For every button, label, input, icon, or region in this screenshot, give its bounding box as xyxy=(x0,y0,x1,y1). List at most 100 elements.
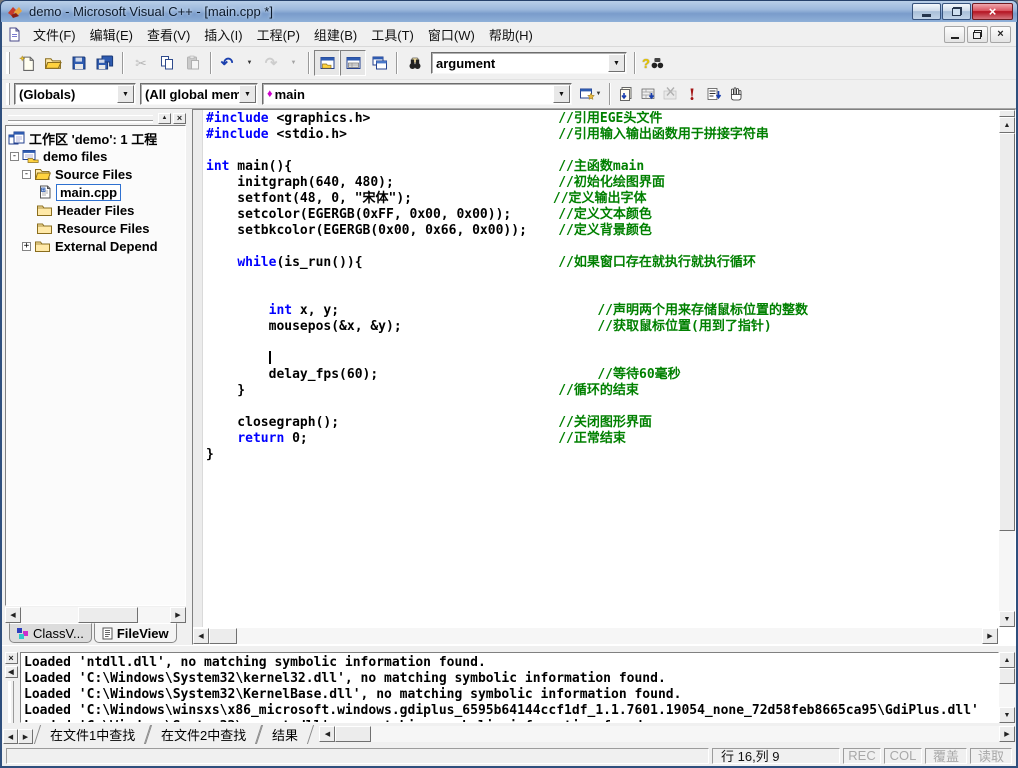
redo-dropdown-button[interactable]: ▼ xyxy=(282,52,304,74)
function-combo[interactable]: ♦ main ▼ xyxy=(262,83,572,105)
scrollbar-thumb[interactable] xyxy=(209,628,237,644)
menu-item[interactable]: 帮助(H) xyxy=(482,22,540,47)
menu-item[interactable]: 窗口(W) xyxy=(421,22,482,47)
class-scope-dropdown[interactable]: ▼ xyxy=(117,85,134,103)
output-text[interactable]: Loaded 'ntdll.dll', no matching symbolic… xyxy=(20,652,999,723)
workspace-horizontal-scrollbar[interactable]: ◀ ▶ xyxy=(5,607,186,623)
find-combo-value[interactable]: argument xyxy=(432,56,608,71)
minimize-button[interactable] xyxy=(912,3,941,20)
build-button[interactable] xyxy=(637,83,659,105)
toolbar-grip[interactable] xyxy=(6,83,10,105)
titlebar[interactable]: demo - Microsoft Visual C++ - [main.cpp … xyxy=(0,0,1018,22)
code-line[interactable]: setbkcolor(EGERGB(0x00, 0x66, 0x00)); //… xyxy=(206,223,998,239)
output-horizontal-scrollbar[interactable]: ◀ ▶ xyxy=(319,726,1015,742)
scrollbar-thumb[interactable] xyxy=(335,726,371,742)
output-dock-button[interactable]: ◀ xyxy=(5,666,18,678)
copy-button[interactable] xyxy=(154,50,180,76)
scrollbar-thumb[interactable] xyxy=(78,607,138,623)
function-dropdown[interactable]: ▼ xyxy=(553,85,570,103)
code-line[interactable] xyxy=(206,399,998,415)
code-line[interactable]: #include <graphics.h> //引用EGE头文件 xyxy=(206,111,998,127)
restore-button[interactable] xyxy=(942,3,971,20)
output-close-button[interactable]: × xyxy=(5,652,18,664)
tab-fileview[interactable]: FileView xyxy=(94,623,177,643)
undo-dropdown-button[interactable]: ▼ xyxy=(238,52,260,74)
go-debug-button[interactable] xyxy=(703,83,725,105)
toolbar-grip[interactable] xyxy=(6,52,10,74)
code-line[interactable] xyxy=(206,335,998,351)
tree-item-external-dependencies[interactable]: + External Depend xyxy=(8,237,185,255)
pane-shade-button[interactable]: ▲ xyxy=(158,113,171,124)
tab-classview[interactable]: ClassV... xyxy=(9,623,92,643)
scroll-left-button[interactable]: ◀ xyxy=(5,607,21,623)
workspace-pane-toggle-button[interactable] xyxy=(314,50,340,76)
code-editor[interactable]: #include <graphics.h> //引用EGE头文件#include… xyxy=(192,109,1016,645)
editor-vertical-scrollbar[interactable]: ▲ ▼ xyxy=(999,110,1015,627)
code-line[interactable]: return 0; //正常结束 xyxy=(206,431,998,447)
save-button[interactable] xyxy=(66,50,92,76)
redo-button[interactable]: ↷ xyxy=(260,52,282,74)
code-line[interactable]: int main(){ //主函数main xyxy=(206,159,998,175)
output-tab[interactable]: 在文件1中查找 xyxy=(34,725,151,744)
code-line[interactable] xyxy=(206,239,998,255)
tree-item-workspace[interactable]: 工作区 'demo': 1 工程 xyxy=(8,129,185,147)
tree-item-resource-files[interactable]: Resource Files xyxy=(8,219,185,237)
stop-build-button[interactable] xyxy=(659,83,681,105)
open-file-button[interactable] xyxy=(40,50,66,76)
tree-item-main-cpp[interactable]: main.cpp xyxy=(8,183,185,201)
collapse-icon[interactable]: - xyxy=(10,152,19,161)
code-line[interactable]: } xyxy=(206,447,998,463)
pane-drag-grip[interactable] xyxy=(8,115,153,121)
output-vertical-scrollbar[interactable]: ▲ ▼ xyxy=(999,652,1015,723)
tree-item-project[interactable]: - demo files xyxy=(8,147,185,165)
editor-split-handle[interactable] xyxy=(999,110,1015,117)
members-filter-combo[interactable]: (All global members) ▼ xyxy=(140,83,258,105)
code-line[interactable]: setfont(48, 0, "宋体"); //定义输出字体 xyxy=(206,191,998,207)
tab-scroll-left-button[interactable]: ◀ xyxy=(3,729,18,744)
class-scope-combo[interactable]: (Globals) ▼ xyxy=(14,83,136,105)
scroll-down-button[interactable]: ▼ xyxy=(999,707,1015,723)
code-line[interactable]: } //循环的结束 xyxy=(206,383,998,399)
save-all-button[interactable] xyxy=(92,50,118,76)
cut-button[interactable]: ✂ xyxy=(128,50,154,76)
code-line[interactable]: initgraph(640, 480); //初始化绘图界面 xyxy=(206,175,998,191)
scroll-left-button[interactable]: ◀ xyxy=(319,726,335,742)
code-line[interactable]: #include <stdio.h> //引用输入输出函数用于拼接字符串 xyxy=(206,127,998,143)
collapse-icon[interactable]: - xyxy=(22,170,31,179)
members-filter-value[interactable]: (All global members) xyxy=(141,87,239,102)
menu-item[interactable]: 插入(I) xyxy=(197,22,249,47)
new-file-button[interactable] xyxy=(14,50,40,76)
code-area[interactable]: #include <graphics.h> //引用EGE头文件#include… xyxy=(206,111,998,627)
find-combo-dropdown[interactable]: ▼ xyxy=(608,54,625,72)
compile-button[interactable] xyxy=(615,83,637,105)
find-combo[interactable]: argument ▼ xyxy=(431,52,627,74)
code-line[interactable]: mousepos(&x, &y); //获取鼠标位置(用到了指针) xyxy=(206,319,998,335)
editor-horizontal-scrollbar[interactable]: ◀ ▶ xyxy=(193,628,998,644)
scrollbar-track[interactable] xyxy=(335,726,999,742)
expand-icon[interactable]: + xyxy=(22,242,31,251)
find-in-files-button[interactable] xyxy=(402,50,428,76)
scroll-up-button[interactable]: ▲ xyxy=(999,117,1015,133)
editor-selection-margin[interactable] xyxy=(193,110,203,627)
windows-list-button[interactable] xyxy=(366,50,392,76)
close-button[interactable]: × xyxy=(972,3,1013,20)
scrollbar-thumb[interactable] xyxy=(999,668,1015,684)
scrollbar-track[interactable] xyxy=(209,628,982,644)
breakpoint-hand-button[interactable] xyxy=(725,83,747,105)
code-line[interactable]: setcolor(EGERGB(0xFF, 0x00, 0x00)); //定义… xyxy=(206,207,998,223)
output-tab[interactable]: 在文件2中查找 xyxy=(145,725,262,744)
menu-item[interactable]: 文件(F) xyxy=(26,22,83,47)
tree-item-header-files[interactable]: Header Files xyxy=(8,201,185,219)
scroll-right-button[interactable]: ▶ xyxy=(999,726,1015,742)
function-value[interactable]: main xyxy=(275,87,553,102)
paste-button[interactable] xyxy=(180,50,206,76)
code-line[interactable]: delay_fps(60); //等待60毫秒 xyxy=(206,367,998,383)
code-line[interactable]: closegraph(); //关闭图形界面 xyxy=(206,415,998,431)
execute-button[interactable]: ! xyxy=(681,83,703,105)
menu-item[interactable]: 编辑(E) xyxy=(83,22,140,47)
tab-scroll-right-button[interactable]: ▶ xyxy=(18,729,33,744)
scroll-right-button[interactable]: ▶ xyxy=(170,607,186,623)
scroll-up-button[interactable]: ▲ xyxy=(999,652,1015,668)
output-pane-toggle-button[interactable] xyxy=(340,50,366,76)
code-line[interactable] xyxy=(206,351,998,367)
